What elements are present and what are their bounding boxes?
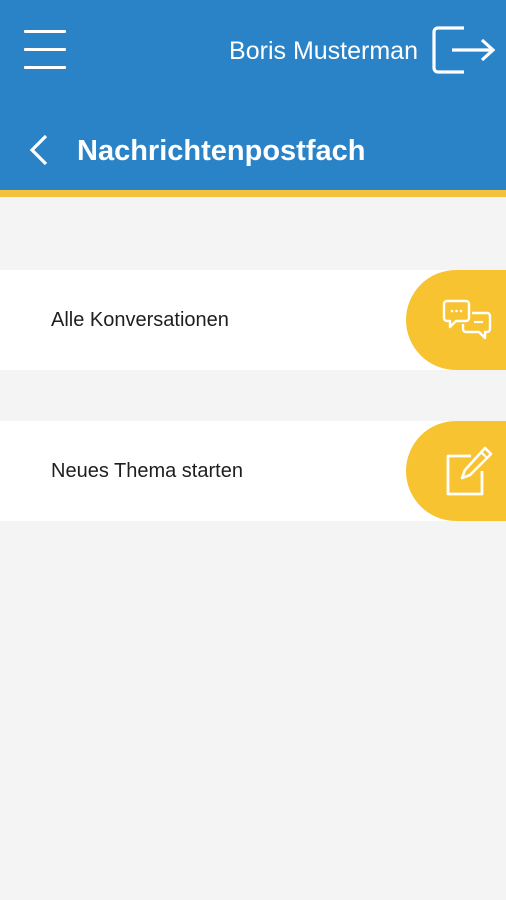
- chat-bubbles-icon: [436, 292, 496, 348]
- menu-item-label: Alle Konversationen: [51, 309, 229, 331]
- header-accent-line: [0, 190, 506, 197]
- chevron-left-icon[interactable]: [22, 130, 56, 170]
- hamburger-menu-icon[interactable]: [24, 28, 68, 72]
- menu-item-new-topic[interactable]: Neues Thema starten: [0, 421, 506, 521]
- menu-line: [24, 66, 66, 69]
- app-header: Boris Musterman Nachrichtenpostfach: [0, 0, 506, 190]
- menu-item-label: Neues Thema starten: [51, 460, 243, 482]
- menu-line: [24, 30, 66, 33]
- page-title: Nachrichtenpostfach: [77, 135, 366, 167]
- menu-item-all-conversations[interactable]: Alle Konversationen: [0, 270, 506, 370]
- edit-icon: [436, 443, 496, 499]
- logout-icon[interactable]: [430, 24, 498, 76]
- menu-line: [24, 48, 66, 51]
- user-name: Boris Musterman: [229, 37, 418, 65]
